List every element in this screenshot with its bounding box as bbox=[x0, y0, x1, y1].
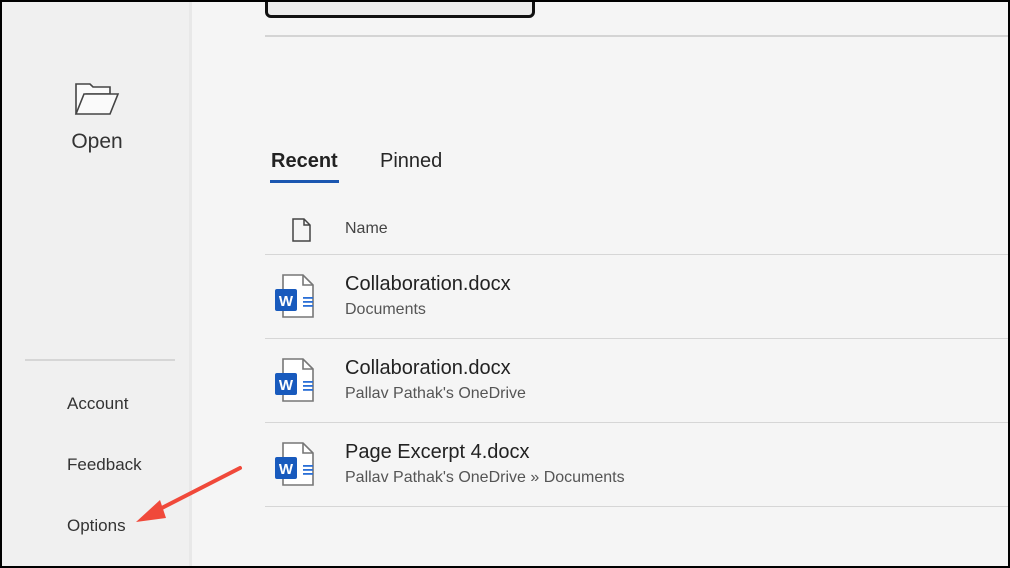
file-location: Pallav Pathak's OneDrive bbox=[345, 385, 526, 402]
word-doc-icon: W bbox=[275, 442, 314, 486]
folder-open-icon bbox=[74, 83, 120, 115]
word-doc-icon: W bbox=[275, 358, 314, 402]
sidebar-item-feedback[interactable]: Feedback bbox=[67, 455, 142, 475]
file-row[interactable]: W Collaboration.docx Documents bbox=[265, 255, 1008, 339]
open-label: Open bbox=[71, 130, 123, 153]
open-button[interactable]: Open bbox=[2, 82, 192, 154]
file-icon bbox=[292, 218, 311, 242]
file-name: Collaboration.docx bbox=[345, 357, 511, 379]
sidebar-item-options[interactable]: Options bbox=[67, 516, 126, 536]
tab-pinned[interactable]: Pinned bbox=[380, 150, 442, 173]
sidebar-item-account[interactable]: Account bbox=[67, 394, 128, 414]
file-location: Documents bbox=[345, 301, 426, 318]
file-name: Collaboration.docx bbox=[345, 273, 511, 295]
tab-recent[interactable]: Recent bbox=[270, 150, 339, 183]
word-doc-icon: W bbox=[275, 274, 314, 318]
search-box[interactable] bbox=[265, 2, 535, 18]
file-location: Pallav Pathak's OneDrive » Documents bbox=[345, 469, 625, 486]
backstage-window: Open Account Feedback Options Recent Pin… bbox=[2, 2, 1008, 566]
list-header: Name bbox=[265, 212, 1008, 255]
sidebar: Open Account Feedback Options bbox=[2, 2, 192, 566]
sidebar-divider bbox=[25, 359, 175, 361]
column-name[interactable]: Name bbox=[345, 220, 388, 238]
file-name: Page Excerpt 4.docx bbox=[345, 441, 530, 463]
svg-text:W: W bbox=[279, 293, 294, 310]
file-row[interactable]: W Page Excerpt 4.docx Pallav Pathak's On… bbox=[265, 423, 1008, 507]
svg-text:W: W bbox=[279, 377, 294, 394]
svg-text:W: W bbox=[279, 461, 294, 478]
divider bbox=[265, 35, 1008, 37]
file-row[interactable]: W Collaboration.docx Pallav Pathak's One… bbox=[265, 339, 1008, 423]
